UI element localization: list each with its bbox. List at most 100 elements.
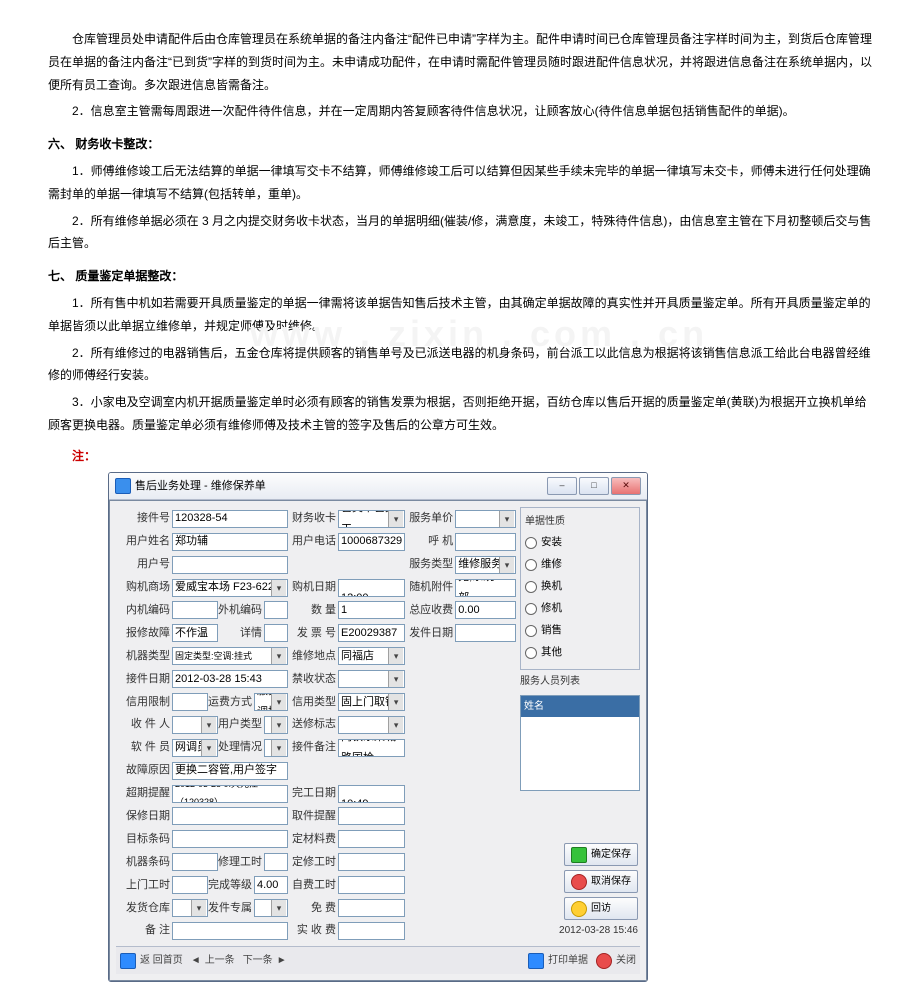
window-title: 售后业务处理 - 维修保养单	[135, 476, 266, 497]
field-srv[interactable]: 维修服务	[455, 556, 516, 574]
close-window-button[interactable]: ✕	[611, 477, 641, 495]
close-icon	[596, 953, 612, 969]
field-send[interactable]	[254, 899, 288, 917]
field-store[interactable]: 同福店	[338, 647, 405, 665]
field-sendd[interactable]	[455, 624, 516, 642]
field-brand[interactable]: 爱威宝本场 F23-622	[172, 579, 288, 597]
field-chk3[interactable]	[172, 853, 218, 871]
field-userno[interactable]	[172, 556, 288, 574]
doc-p6: 2．所有维修过的电器销售后，五金仓库将提供顾客的销售单号及已派送电器的机身条码，…	[48, 342, 872, 388]
field-user[interactable]: 郑功辅	[172, 533, 288, 551]
home-button[interactable]: 返 回首页	[120, 951, 183, 970]
field-g2[interactable]	[338, 853, 405, 871]
field-soft[interactable]: 网调员	[172, 739, 218, 757]
field-num[interactable]: 1	[338, 601, 405, 619]
prev-button[interactable]: ◄ 上一条	[191, 951, 235, 970]
field-hp[interactable]	[455, 533, 516, 551]
field-accomp[interactable]: 无,系统一部	[455, 579, 516, 597]
order-nature-title: 单据性质	[525, 512, 635, 531]
field-flag[interactable]	[338, 716, 405, 734]
radio-other[interactable]: 其他	[525, 643, 635, 663]
field-invno[interactable]: E20029387	[338, 624, 405, 642]
field-type[interactable]: 固定类型:空调:挂式	[172, 647, 288, 665]
lbl-send: 发件专属	[208, 898, 254, 919]
field-bdate[interactable]: 2011-05-19 12:00	[338, 579, 405, 597]
lbl-g2: 定修工时	[292, 852, 338, 873]
list-header-name: 姓名	[521, 696, 639, 717]
field-rate[interactable]: 0.00	[455, 601, 516, 619]
field-opay[interactable]: 固上门取银	[338, 693, 405, 711]
field-act[interactable]: 更换二容管,用户签字	[172, 762, 288, 780]
service-staff-title: 服务人员列表	[520, 672, 640, 691]
side-action-buttons: 确定保存 取消保存 回访	[564, 843, 638, 920]
field-chk1[interactable]	[172, 807, 288, 825]
doc-p5: 1．所有售中机如若需要开具质量鉴定的单据一律需将该单据告知售后技术主管，由其确定…	[48, 292, 872, 338]
doc-p7: 3．小家电及空调室内机开据质量鉴定单时必须有顾客的销售发票为根据，否则拒绝开据，…	[48, 391, 872, 437]
field-outer[interactable]	[264, 601, 288, 619]
field-mat[interactable]	[338, 830, 405, 848]
field-chk4[interactable]	[172, 876, 208, 894]
print-button[interactable]: 打印单据	[528, 951, 588, 970]
field-piece[interactable]	[172, 716, 218, 734]
field-grade[interactable]: 4.00	[254, 876, 288, 894]
callback-button[interactable]: 回访	[564, 897, 638, 920]
field-card[interactable]: 已交卡已完工	[338, 510, 405, 528]
lbl-mat: 定材料费	[292, 829, 338, 850]
field-chk2[interactable]	[172, 830, 288, 848]
field-price[interactable]	[455, 510, 516, 528]
field-inner[interactable]	[172, 601, 218, 619]
field-tran[interactable]: 服务调拨	[254, 693, 288, 711]
face-icon	[571, 901, 587, 917]
lbl-g5: 实 收 费	[292, 920, 338, 941]
confirm-save-button[interactable]: 确定保存	[564, 843, 638, 866]
lbl-num: 数 量	[292, 600, 338, 621]
note-label: 注：	[72, 445, 872, 468]
field-chk5[interactable]	[172, 899, 208, 917]
radio-install[interactable]: 安装	[525, 533, 635, 553]
home-icon	[120, 953, 136, 969]
close-button[interactable]: 关闭	[596, 951, 636, 970]
lbl-sn: 处理情况	[218, 737, 264, 758]
radio-repair[interactable]: 维修	[525, 555, 635, 575]
lbl-invno: 发 票 号	[292, 623, 338, 644]
doc-p3: 1．师傅维修竣工后无法结算的单据一律填写交卡不结算，师傅维修竣工后可以结算但因某…	[48, 160, 872, 206]
field-fault[interactable]: 不作温	[172, 624, 218, 642]
field-remark[interactable]	[172, 922, 288, 940]
lbl-remark: 备 注	[116, 920, 172, 941]
lbl-chk3: 机器条码	[116, 852, 172, 873]
radio-exchange[interactable]: 换机	[525, 577, 635, 597]
minimize-button[interactable]: –	[547, 477, 577, 495]
lbl-type: 机器类型	[116, 646, 172, 667]
field-over[interactable]: 2012-03-28 0:天元江（120328）	[172, 785, 288, 803]
window-footer: 返 回首页 ◄ 上一条 下一条 ► 打印单据 关闭	[116, 946, 640, 974]
field-acc[interactable]: 门铁东荣城路国检	[338, 739, 405, 757]
field-info[interactable]	[172, 693, 208, 711]
field-tel[interactable]: 1000687329	[338, 533, 405, 551]
next-button[interactable]: 下一条 ►	[243, 951, 287, 970]
lbl-hp: 呼 机	[409, 531, 455, 552]
field-hr1[interactable]	[264, 853, 288, 871]
radio-sale[interactable]: 销售	[525, 621, 635, 641]
maximize-button[interactable]: □	[579, 477, 609, 495]
lbl-acc: 接件备注	[292, 737, 338, 758]
field-g3[interactable]	[338, 876, 405, 894]
field-fin[interactable]: 2012-04-01 10:49	[338, 785, 405, 803]
service-staff-list[interactable]: 姓名	[520, 695, 640, 791]
form-mid-column: 财务收卡已交卡已完工 用户电话1000687329 购机日期2011-05-19…	[292, 507, 405, 942]
field-g5[interactable]	[338, 922, 405, 940]
field-u2[interactable]	[264, 716, 288, 734]
field-fault2[interactable]	[264, 624, 288, 642]
doc-p4: 2．所有维修单据必须在 3 月之内提交财务收卡状态，当月的单据明细(催装/修，满…	[48, 210, 872, 256]
lbl-flag: 送修标志	[292, 714, 338, 735]
cancel-save-button[interactable]: 取消保存	[564, 870, 638, 893]
field-g4[interactable]	[338, 899, 405, 917]
field-get[interactable]	[338, 807, 405, 825]
field-sn[interactable]	[264, 739, 288, 757]
field-no[interactable]: 120328-54	[172, 510, 288, 528]
lbl-fault: 报修故障	[116, 623, 172, 644]
lbl-bdate: 购机日期	[292, 577, 338, 598]
field-nstat[interactable]	[338, 670, 405, 688]
field-rdate[interactable]: 2012-03-28 15:43	[172, 670, 288, 688]
form-left-column: 接件号120328-54 用户姓名郑功辅 用户号 购机商场爱威宝本场 F23-6…	[116, 507, 288, 942]
radio-fix[interactable]: 修机	[525, 599, 635, 619]
